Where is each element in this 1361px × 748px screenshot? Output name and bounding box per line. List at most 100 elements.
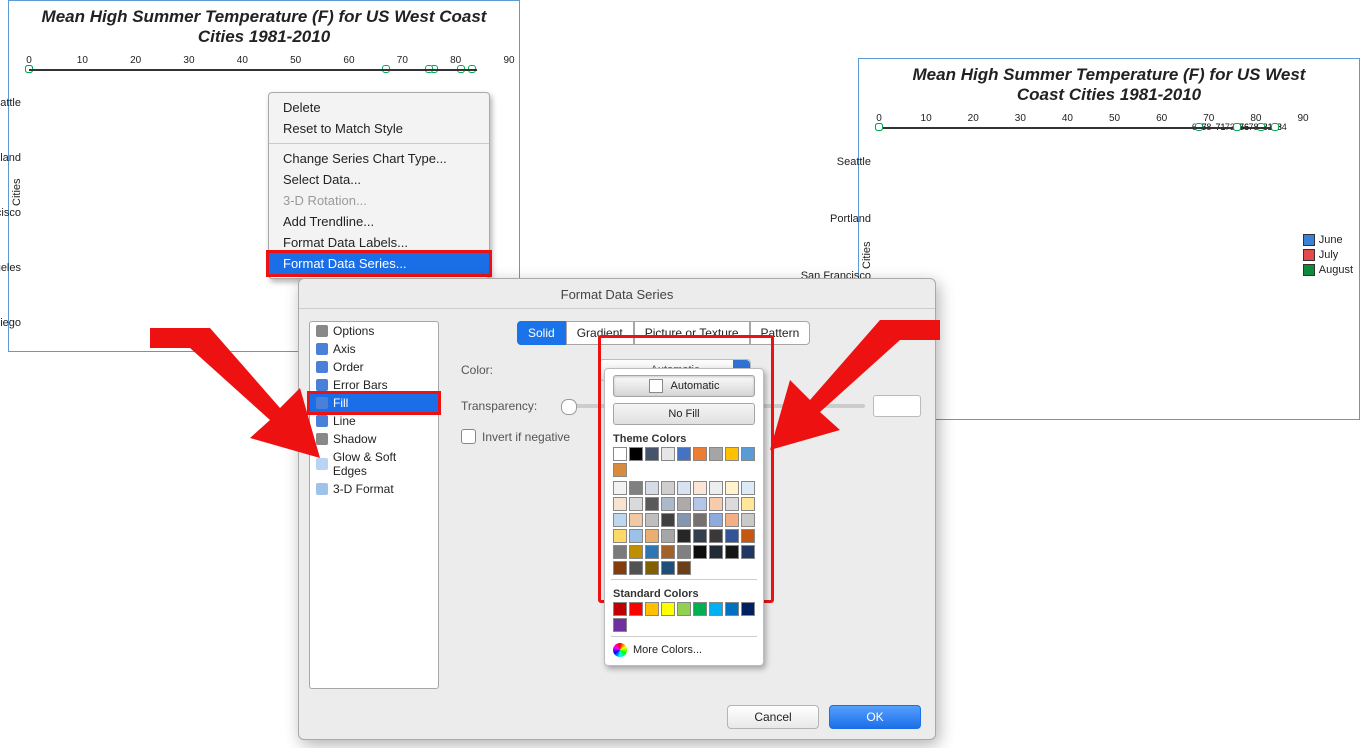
color-swatch[interactable] <box>693 545 707 559</box>
dialog-sidebar[interactable]: OptionsAxisOrderError BarsFillLineShadow… <box>309 321 439 689</box>
color-swatch[interactable] <box>645 447 659 461</box>
color-swatch[interactable] <box>645 561 659 575</box>
color-swatch[interactable] <box>661 497 675 511</box>
color-swatch[interactable] <box>677 561 691 575</box>
fill-tab[interactable]: Gradient <box>566 321 634 345</box>
color-swatch[interactable] <box>661 513 675 527</box>
color-swatch[interactable] <box>629 545 643 559</box>
color-swatch[interactable] <box>725 513 739 527</box>
color-swatch[interactable] <box>693 497 707 511</box>
color-swatch[interactable] <box>709 529 723 543</box>
sidebar-item[interactable]: Shadow <box>310 430 438 448</box>
color-swatch[interactable] <box>645 513 659 527</box>
color-swatch[interactable] <box>677 545 691 559</box>
color-swatch[interactable] <box>709 481 723 495</box>
legend-item[interactable]: July <box>1303 249 1353 261</box>
sidebar-item[interactable]: Glow & Soft Edges <box>310 448 438 480</box>
color-swatch[interactable] <box>677 529 691 543</box>
color-swatch[interactable] <box>613 618 627 632</box>
color-swatch[interactable] <box>613 481 627 495</box>
color-swatch[interactable] <box>677 447 691 461</box>
fill-tab[interactable]: Picture or Texture <box>634 321 750 345</box>
no-fill-button[interactable]: No Fill <box>613 403 755 425</box>
menu-item[interactable]: Format Data Series... <box>266 250 492 277</box>
color-swatch[interactable] <box>661 481 675 495</box>
automatic-color-button[interactable]: Automatic <box>613 375 755 397</box>
color-swatch[interactable] <box>661 561 675 575</box>
color-swatch[interactable] <box>645 481 659 495</box>
ok-button[interactable]: OK <box>829 705 921 729</box>
color-swatch[interactable] <box>693 529 707 543</box>
color-swatch[interactable] <box>741 447 755 461</box>
color-swatch[interactable] <box>629 529 643 543</box>
color-swatch[interactable] <box>709 497 723 511</box>
color-swatch[interactable] <box>613 545 627 559</box>
legend-item[interactable]: August <box>1303 264 1353 276</box>
color-swatch[interactable] <box>629 481 643 495</box>
color-swatch[interactable] <box>725 497 739 511</box>
color-swatch[interactable] <box>741 602 755 616</box>
color-swatch[interactable] <box>741 481 755 495</box>
color-swatch[interactable] <box>629 447 643 461</box>
menu-item[interactable]: Change Series Chart Type... <box>269 148 489 169</box>
color-swatch[interactable] <box>741 529 755 543</box>
menu-item[interactable]: Add Trendline... <box>269 211 489 232</box>
color-swatch[interactable] <box>725 529 739 543</box>
sidebar-item[interactable]: 3-D Format <box>310 480 438 498</box>
color-swatch[interactable] <box>677 497 691 511</box>
color-swatch[interactable] <box>677 513 691 527</box>
color-swatch[interactable] <box>677 481 691 495</box>
color-swatch[interactable] <box>661 529 675 543</box>
color-swatch[interactable] <box>693 481 707 495</box>
color-swatch[interactable] <box>645 529 659 543</box>
color-swatch[interactable] <box>661 447 675 461</box>
legend-item[interactable]: June <box>1303 234 1353 246</box>
color-swatch[interactable] <box>645 602 659 616</box>
color-swatch[interactable] <box>741 497 755 511</box>
color-swatch[interactable] <box>645 545 659 559</box>
menu-item[interactable]: Reset to Match Style <box>269 118 489 139</box>
menu-item[interactable]: Select Data... <box>269 169 489 190</box>
invert-checkbox[interactable] <box>461 429 476 444</box>
color-swatch[interactable] <box>725 481 739 495</box>
color-swatch[interactable] <box>661 545 675 559</box>
color-swatch[interactable] <box>709 602 723 616</box>
color-swatch[interactable] <box>613 602 627 616</box>
color-picker-popup[interactable]: Automatic No Fill Theme Colors Standard … <box>604 368 764 666</box>
color-swatch[interactable] <box>613 497 627 511</box>
cancel-button[interactable]: Cancel <box>727 705 819 729</box>
sidebar-item[interactable]: Order <box>310 358 438 376</box>
color-swatch[interactable] <box>613 513 627 527</box>
color-swatch[interactable] <box>629 497 643 511</box>
color-swatch[interactable] <box>709 545 723 559</box>
color-swatch[interactable] <box>613 529 627 543</box>
sidebar-item[interactable]: Axis <box>310 340 438 358</box>
color-swatch[interactable] <box>725 447 739 461</box>
color-swatch[interactable] <box>661 602 675 616</box>
color-swatch[interactable] <box>709 447 723 461</box>
color-swatch[interactable] <box>629 513 643 527</box>
menu-item[interactable]: Delete <box>269 97 489 118</box>
color-swatch[interactable] <box>613 447 627 461</box>
color-swatch[interactable] <box>725 602 739 616</box>
color-swatch[interactable] <box>629 561 643 575</box>
color-swatch[interactable] <box>613 463 627 477</box>
color-swatch[interactable] <box>613 561 627 575</box>
context-menu[interactable]: DeleteReset to Match Style Change Series … <box>268 92 490 279</box>
sidebar-item[interactable]: Options <box>310 322 438 340</box>
more-colors-button[interactable]: More Colors... <box>605 641 763 659</box>
color-swatch[interactable] <box>709 513 723 527</box>
color-swatch[interactable] <box>629 602 643 616</box>
color-swatch[interactable] <box>645 497 659 511</box>
bar[interactable] <box>879 127 1237 129</box>
color-swatch[interactable] <box>693 447 707 461</box>
color-swatch[interactable] <box>677 602 691 616</box>
color-swatch[interactable] <box>741 545 755 559</box>
color-swatch[interactable] <box>693 602 707 616</box>
color-swatch[interactable] <box>741 513 755 527</box>
bar[interactable] <box>29 69 434 71</box>
color-swatch[interactable] <box>693 513 707 527</box>
color-swatch[interactable] <box>725 545 739 559</box>
fill-tab[interactable]: Solid <box>517 321 566 345</box>
sidebar-item[interactable]: Line <box>310 412 438 430</box>
